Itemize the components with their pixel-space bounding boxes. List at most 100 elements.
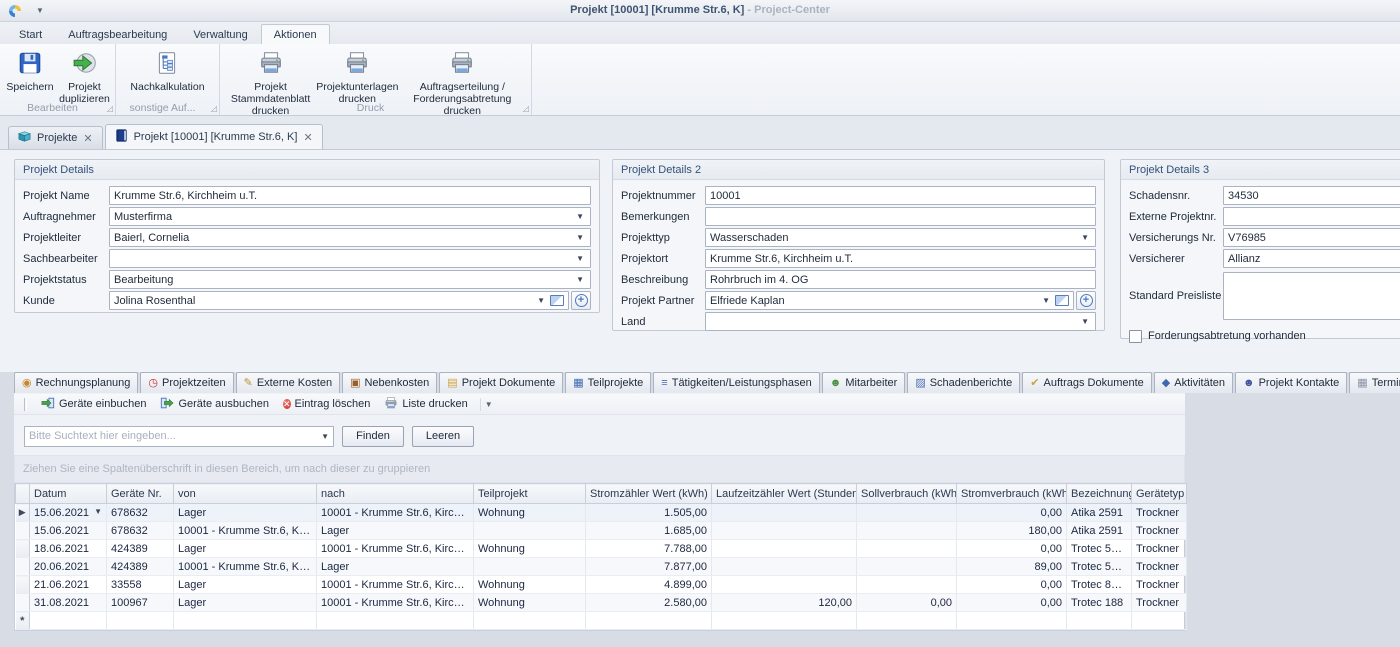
dropdown-field[interactable]: Bearbeitung▼	[109, 270, 591, 289]
grid-cell[interactable]: 678632	[107, 504, 174, 522]
grid-cell[interactable]: 120,00	[712, 594, 857, 612]
text-field[interactable]: Krumme Str.6, Kirchheim u.T.	[109, 186, 591, 205]
dropdown-field[interactable]: Elfriede Kaplan▼	[705, 291, 1074, 310]
text-field[interactable]: Allianz	[1223, 249, 1400, 268]
grid-cell[interactable]: Lager	[174, 540, 317, 558]
column-header[interactable]: Gerätetyp	[1132, 484, 1187, 504]
column-header[interactable]: Teilprojekt	[474, 484, 586, 504]
detail-tab[interactable]: ▣ Nebenkosten	[342, 372, 437, 393]
column-header[interactable]: Sollverbrauch (kWh)	[857, 484, 957, 504]
grid-cell[interactable]: 2.580,00	[586, 594, 712, 612]
search-input[interactable]	[29, 430, 321, 442]
dropdown-field[interactable]: ▼	[705, 312, 1096, 331]
grid-cell[interactable]: 10001 - Krumme Str.6, Kirchheim u.T.	[317, 576, 474, 594]
column-header[interactable]: Stromzähler Wert (kWh)	[586, 484, 712, 504]
contact-card-icon[interactable]	[1055, 295, 1069, 306]
grid-cell[interactable]	[474, 612, 586, 630]
toolbar-button[interactable]: ✕ Eintrag löschen	[277, 396, 376, 413]
grid-cell[interactable]	[107, 612, 174, 630]
grid-cell[interactable]: 21.06.2021	[30, 576, 107, 594]
checkbox[interactable]	[1129, 330, 1142, 343]
toolbar-button[interactable]: Geräte einbuchen	[35, 394, 152, 415]
grid-cell[interactable]: 4.899,00	[586, 576, 712, 594]
detail-tab[interactable]: ✔ Auftrags Dokumente	[1022, 372, 1152, 393]
grid-cell[interactable]: Atika 2591	[1067, 504, 1132, 522]
grid-cell[interactable]: 10001 - Krumme Str.6, Kirchheim u.T.	[317, 594, 474, 612]
detail-tab[interactable]: ◆ Aktivitäten	[1154, 372, 1233, 393]
grid-cell[interactable]: 10001 - Krumme Str.6, Kirchheim u.T.	[174, 522, 317, 540]
ribbon-tab[interactable]: Start	[6, 24, 55, 44]
text-field[interactable]: Krumme Str.6, Kirchheim u.T.	[705, 249, 1096, 268]
grid-cell[interactable]: 7.877,00	[586, 558, 712, 576]
grid-cell[interactable]: Lager	[174, 594, 317, 612]
grid-cell[interactable]	[857, 522, 957, 540]
grid-cell[interactable]: Trockner	[1132, 576, 1187, 594]
contact-card-icon[interactable]	[550, 295, 564, 306]
column-header[interactable]: Stromverbrauch (kWh)	[957, 484, 1067, 504]
grid-cell[interactable]: Trockner	[1132, 594, 1187, 612]
grid-cell[interactable]	[712, 612, 857, 630]
grid-cell[interactable]: Wohnung	[474, 576, 586, 594]
close-icon[interactable]: ✕	[82, 132, 93, 145]
grid-cell[interactable]	[474, 558, 586, 576]
group-expand-icon[interactable]: ◿	[211, 104, 217, 113]
toolbar-grip[interactable]	[24, 398, 27, 411]
chevron-down-icon[interactable]: ▼	[1079, 317, 1091, 326]
grid-cell[interactable]	[857, 558, 957, 576]
grid-cell[interactable]: Trotec 5921	[1067, 558, 1132, 576]
grid-cell[interactable]: 18.06.2021	[30, 540, 107, 558]
grid-cell[interactable]	[712, 540, 857, 558]
add-button[interactable]: +	[571, 291, 591, 310]
find-button[interactable]: Finden	[342, 426, 404, 447]
grid-cell[interactable]	[857, 504, 957, 522]
detail-tab[interactable]: ▤ Projekt Dokumente	[439, 372, 563, 393]
ribbon-button[interactable]: Nachkalkulation ▼	[123, 46, 211, 95]
grid-cell[interactable]: Trotec 5921	[1067, 540, 1132, 558]
grid-cell[interactable]: 1.685,00	[586, 522, 712, 540]
grid-cell[interactable]: 15.06.2021	[30, 522, 107, 540]
grid-cell[interactable]: Trockner	[1132, 522, 1187, 540]
grid-cell[interactable]: 0,00	[957, 594, 1067, 612]
chevron-down-icon[interactable]: ▼	[574, 275, 586, 284]
grid-cell[interactable]: 0,00	[857, 594, 957, 612]
group-expand-icon[interactable]: ◿	[107, 104, 113, 113]
column-header[interactable]: Bezeichnung	[1067, 484, 1132, 504]
chevron-down-icon[interactable]: ▼	[321, 432, 329, 441]
table-row[interactable]: 20.06.202142438910001 - Krumme Str.6, Ki…	[16, 558, 1187, 576]
detail-tab[interactable]: ☻ Projekt Kontakte	[1235, 372, 1347, 393]
toolbar-button[interactable]: Geräte ausbuchen	[154, 394, 275, 415]
table-row[interactable]: 18.06.2021424389Lager10001 - Krumme Str.…	[16, 540, 1187, 558]
dropdown-field[interactable]: ▼	[109, 249, 591, 268]
text-field[interactable]	[705, 207, 1096, 226]
grid-cell[interactable]	[712, 504, 857, 522]
grid-cell[interactable]	[586, 612, 712, 630]
chevron-down-icon[interactable]: ▼	[1079, 233, 1091, 242]
grid-cell[interactable]	[1132, 612, 1187, 630]
text-field[interactable]	[1223, 207, 1400, 226]
table-row[interactable]: ▶▼15.06.2021678632Lager10001 - Krumme St…	[16, 504, 1187, 522]
grid-cell[interactable]	[857, 576, 957, 594]
grid-cell[interactable]	[712, 558, 857, 576]
dropdown-field[interactable]: Jolina Rosenthal▼	[109, 291, 569, 310]
document-tab[interactable]: Projekt [10001] [Krumme Str.6, K] ✕	[105, 124, 323, 149]
grid-cell[interactable]: Trotec 8872	[1067, 576, 1132, 594]
grid-cell[interactable]	[30, 612, 107, 630]
column-header[interactable]: von	[174, 484, 317, 504]
detail-tab[interactable]: ✎ Externe Kosten	[236, 372, 340, 393]
text-field[interactable]: V76985	[1223, 228, 1400, 247]
table-row[interactable]: 31.08.2021100967Lager10001 - Krumme Str.…	[16, 594, 1187, 612]
column-header[interactable]: nach	[317, 484, 474, 504]
detail-tab[interactable]: ◉ Rechnungsplanung	[14, 372, 138, 393]
toolbar-button[interactable]: Liste drucken	[378, 394, 473, 415]
detail-tab[interactable]: ≡ Tätigkeiten/Leistungsphasen	[653, 372, 819, 393]
grid-cell[interactable]	[474, 522, 586, 540]
toolbar-overflow-icon[interactable]: ▼	[480, 398, 497, 411]
grid-cell[interactable]	[712, 522, 857, 540]
chevron-down-icon[interactable]: ▼	[535, 296, 547, 305]
search-combo[interactable]: ▼	[24, 426, 334, 447]
chevron-down-icon[interactable]: ▼	[574, 212, 586, 221]
dropdown-field[interactable]: Musterfirma▼	[109, 207, 591, 226]
grid-cell[interactable]: 0,00	[957, 540, 1067, 558]
grid-cell[interactable]: Wohnung	[474, 504, 586, 522]
grid-cell[interactable]	[174, 612, 317, 630]
